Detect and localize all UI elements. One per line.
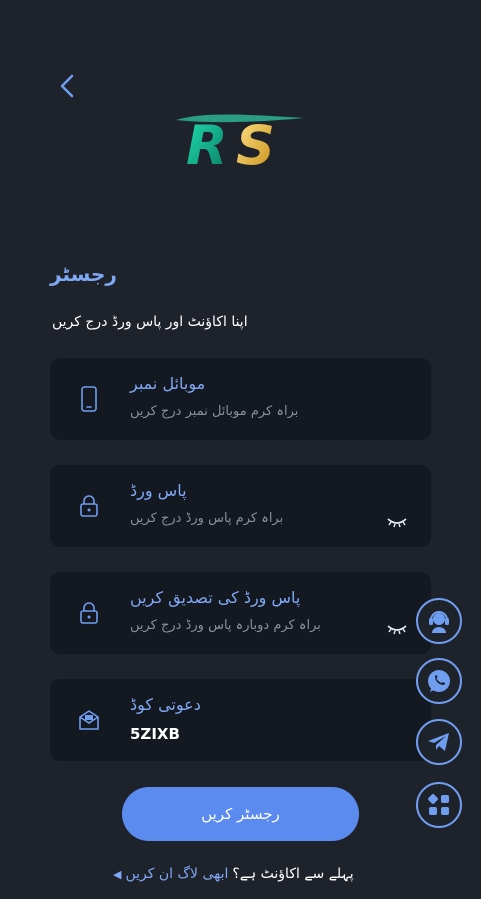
telegram-button[interactable] [416,719,462,765]
chevron-left-icon [60,74,74,98]
brand-logo: R S [172,108,308,177]
whatsapp-icon [428,670,450,692]
svg-text:S: S [236,114,275,172]
back-button[interactable] [52,70,84,102]
login-prompt: ◀ ابھی لاگ ان کریں پہلے سے اکاؤنٹ ہے؟ [113,866,354,882]
confirm-password-label: پاس ورڈ کی تصدیق کریں [130,588,301,607]
page-title: رجسٹر [50,262,117,286]
confirm-password-field[interactable]: پاس ورڈ کی تصدیق کریں براہ کرم دوبارہ پا… [50,572,431,654]
phone-icon [78,386,100,412]
svg-text:R: R [186,114,228,172]
apps-button[interactable] [416,782,462,828]
support-agent-icon [429,611,449,633]
login-link[interactable]: ابھی لاگ ان کریں [125,866,228,882]
lock-icon [78,600,100,626]
register-button[interactable]: رجسٹر کریں [122,787,359,841]
invite-code-input[interactable]: 5ZIXB [130,725,180,743]
eye-closed-icon[interactable] [386,620,408,635]
login-question: پہلے سے اکاؤنٹ ہے؟ [232,866,354,882]
mobile-field[interactable]: موبائل نمبر براہ کرم موبائل نمبر درج کری… [50,358,431,440]
confirm-password-input[interactable]: براہ کرم دوبارہ پاس ورڈ درج کریں [130,618,321,633]
support-button[interactable] [416,598,462,644]
invite-icon [78,707,100,733]
play-triangle-icon: ◀ [113,867,122,881]
password-label: پاس ورڈ [130,481,187,500]
invite-code-field[interactable]: دعوتی کوڈ 5ZIXB [50,679,431,761]
password-input[interactable]: براہ کرم پاس ورڈ درج کریں [130,511,283,526]
mobile-input[interactable]: براہ کرم موبائل نمبر درج کریں [130,404,298,419]
password-field[interactable]: پاس ورڈ براہ کرم پاس ورڈ درج کریں [50,465,431,547]
invite-code-label: دعوتی کوڈ [130,695,201,714]
page-subtitle: اپنا اکاؤنٹ اور پاس ورڈ درج کریں [52,314,248,330]
lock-icon [78,493,100,519]
apps-icon [428,794,449,815]
whatsapp-button[interactable] [416,658,462,704]
eye-closed-icon[interactable] [386,513,408,528]
mobile-label: موبائل نمبر [130,374,206,393]
telegram-icon [428,733,449,751]
